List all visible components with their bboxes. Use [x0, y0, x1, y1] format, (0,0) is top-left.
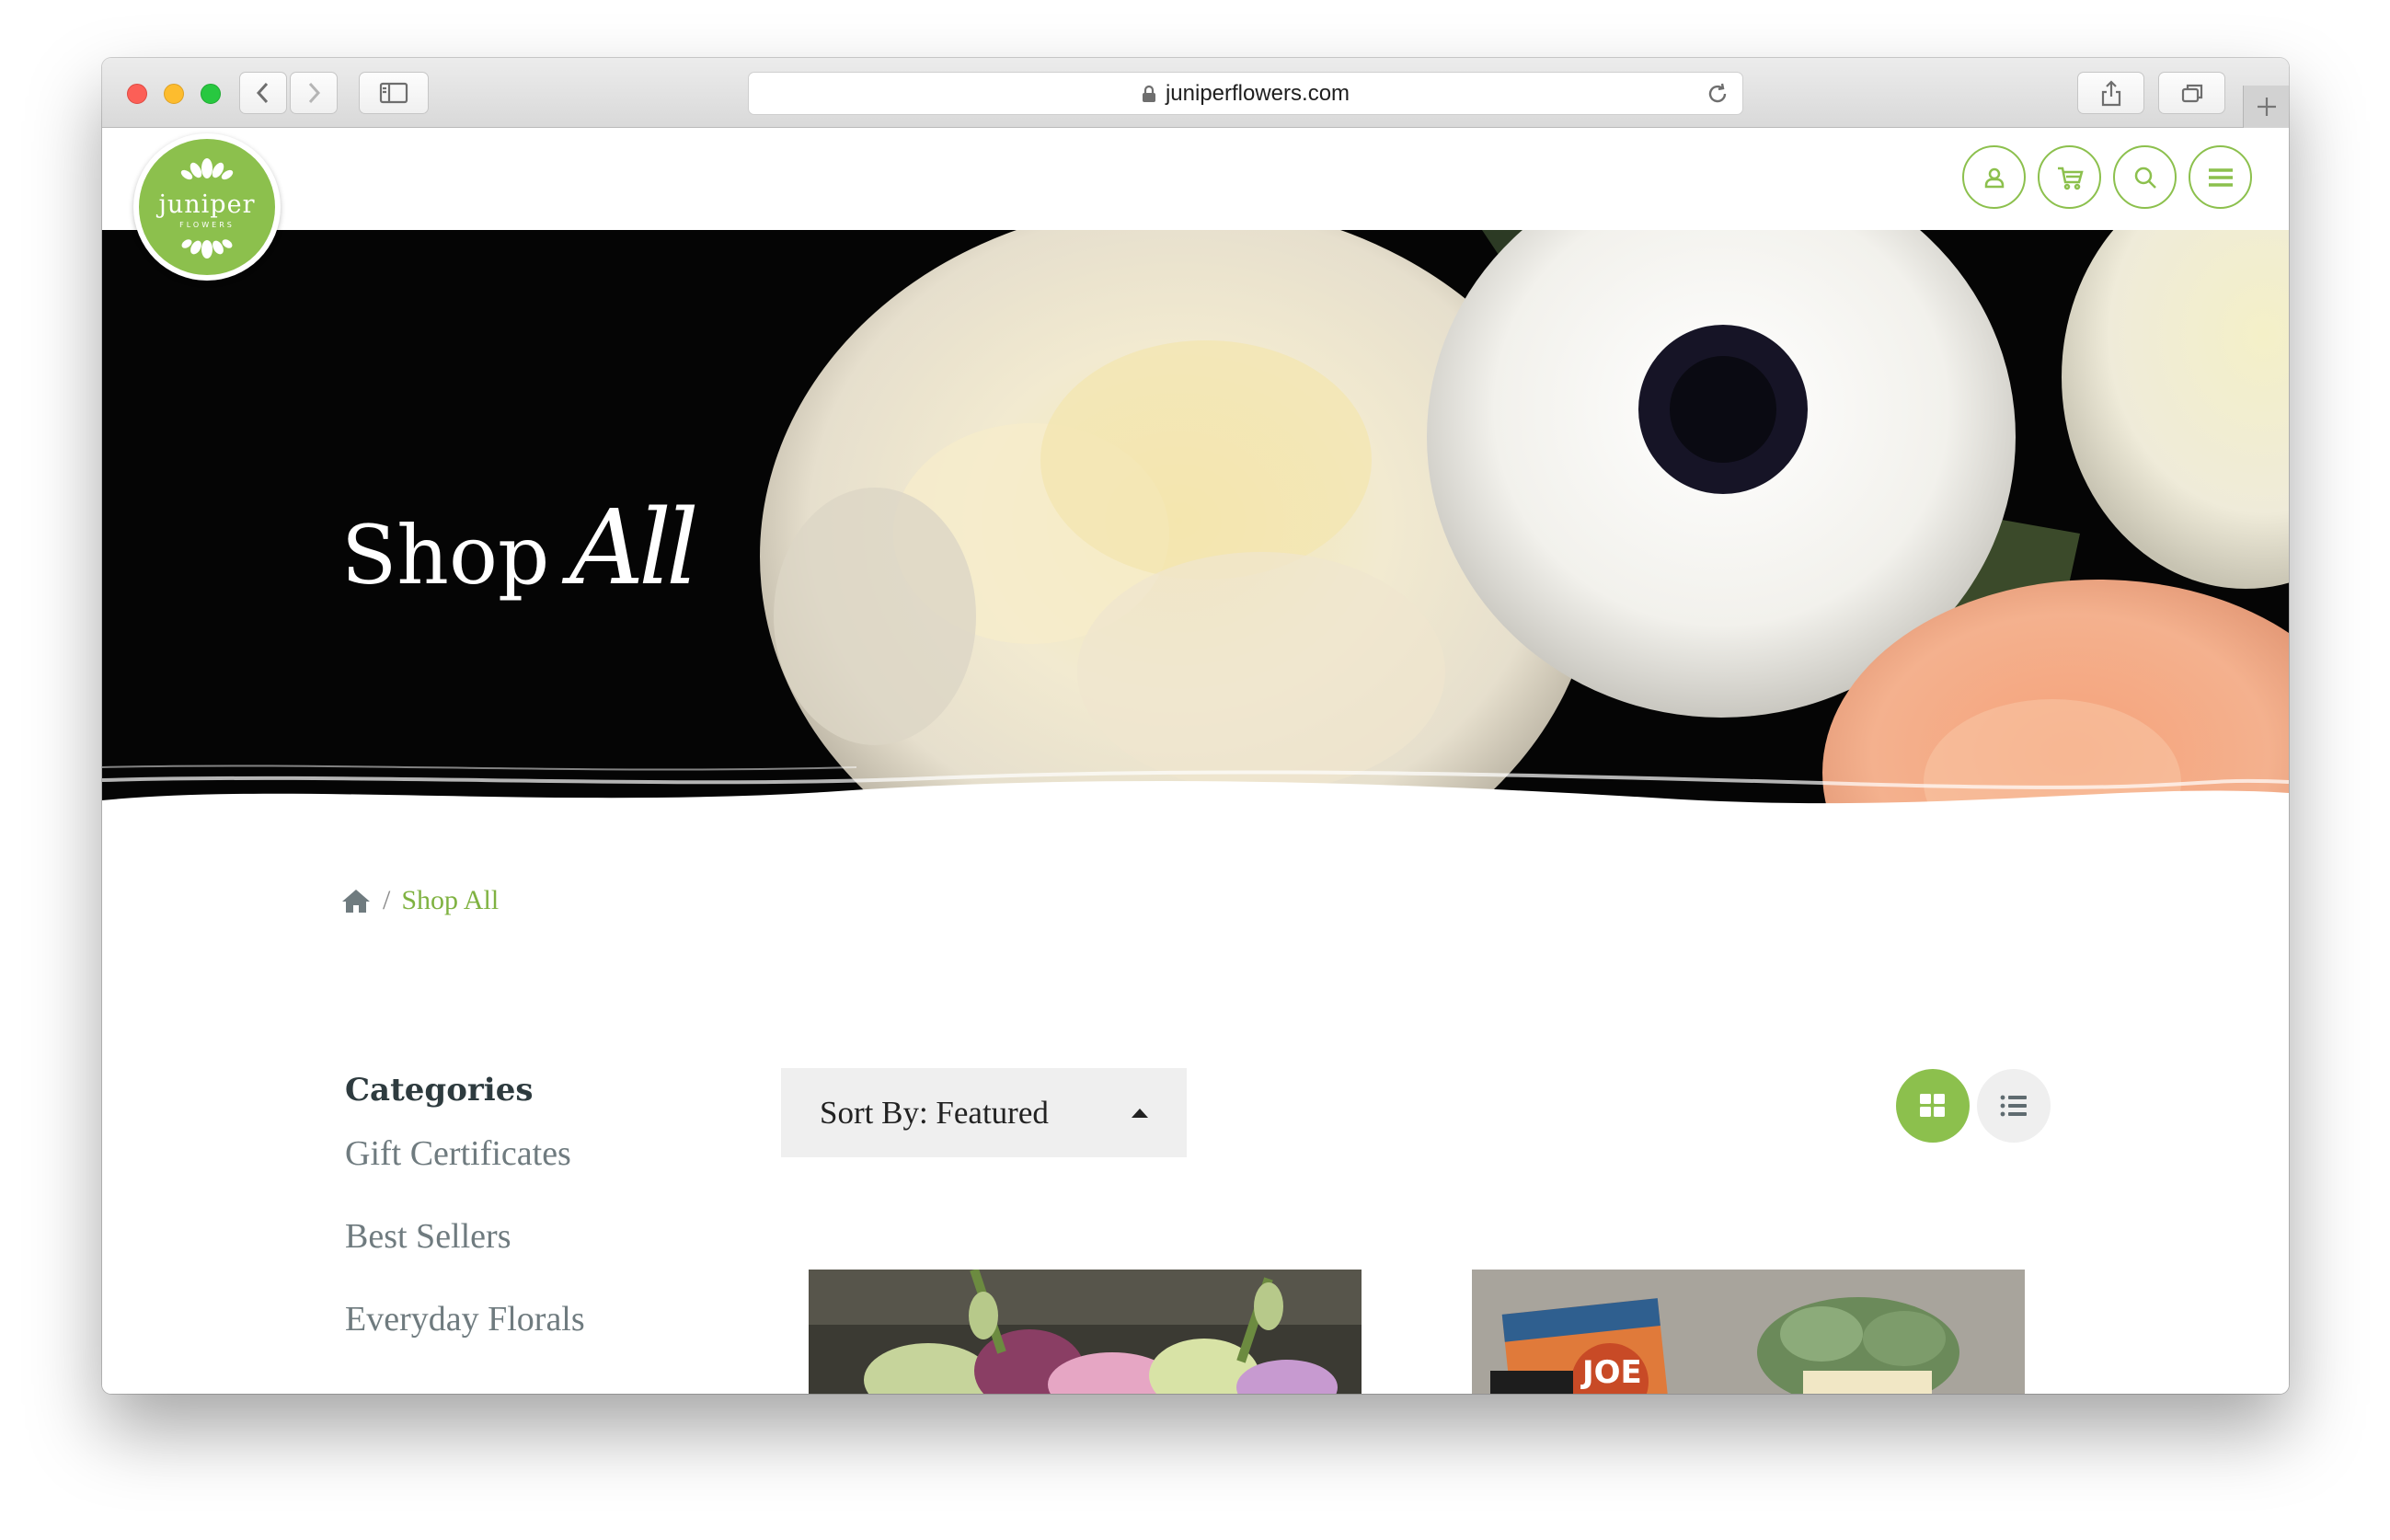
url-text: juniperflowers.com	[1165, 80, 1350, 106]
sidebar-icon	[379, 82, 408, 104]
logo-wordmark: juniper	[158, 190, 256, 219]
categories-heading: Categories	[345, 1072, 534, 1109]
sidebar-toggle-button[interactable]	[359, 72, 429, 114]
flower-bottom-icon	[181, 239, 233, 259]
category-best-sellers[interactable]: Best Sellers	[345, 1219, 585, 1302]
new-tab-button[interactable]	[2243, 86, 2289, 128]
home-icon[interactable]	[340, 887, 372, 914]
flower-icon	[180, 158, 234, 180]
hamburger-icon	[2208, 167, 2233, 187]
grid-icon	[1920, 1094, 1945, 1117]
product-card[interactable]	[809, 1270, 1362, 1394]
hero-banner: Shop All	[102, 230, 2289, 869]
share-icon	[2101, 80, 2120, 107]
forward-button[interactable]	[290, 72, 338, 114]
category-gift-certificates[interactable]: Gift Certificates	[345, 1136, 585, 1219]
web-page: juniper FLOWERS Shop All / Shop All Cate…	[102, 129, 2289, 1394]
account-button[interactable]	[1962, 145, 2026, 209]
product-image	[1472, 1270, 2025, 1394]
product-card[interactable]: JOE	[1472, 1270, 2025, 1394]
caret-up-icon	[1132, 1109, 1148, 1118]
minimize-window-button[interactable]	[164, 84, 184, 104]
site-header: juniper FLOWERS	[102, 129, 2289, 281]
tabs-overview-button[interactable]	[2158, 72, 2225, 114]
sort-label: Sort By: Featured	[820, 1094, 1049, 1131]
maximize-window-button[interactable]	[201, 84, 221, 104]
logo-subtitle: FLOWERS	[179, 221, 235, 229]
breadcrumb: / Shop All	[340, 885, 499, 916]
lock-icon	[1142, 85, 1155, 102]
product-label-text: JOE	[1582, 1354, 1642, 1391]
cart-icon	[2057, 167, 2084, 190]
logo-badge: juniper FLOWERS	[139, 139, 275, 275]
chevron-right-icon	[308, 82, 321, 104]
sort-dropdown[interactable]: Sort By: Featured	[781, 1068, 1187, 1157]
breadcrumb-separator: /	[383, 885, 391, 915]
tabs-icon	[2181, 84, 2202, 103]
share-button[interactable]	[2077, 72, 2144, 114]
back-button[interactable]	[239, 72, 287, 114]
list-view-button[interactable]	[1977, 1069, 2051, 1143]
menu-button[interactable]	[2189, 145, 2252, 209]
chevron-left-icon	[256, 82, 269, 104]
search-icon	[2134, 167, 2156, 189]
browser-toolbar: juniperflowers.com	[102, 58, 2289, 128]
plus-icon	[2257, 98, 2276, 116]
cart-button[interactable]	[2038, 145, 2101, 209]
browser-window: juniperflowers.com juniper FLOWERS Shop …	[102, 58, 2289, 1394]
reload-icon[interactable]	[1706, 82, 1729, 106]
category-sidebar: Categories Gift Certificates Best Seller…	[345, 1072, 585, 1385]
hero-title-script: All	[569, 488, 699, 608]
product-image	[809, 1270, 1362, 1394]
category-everyday-florals[interactable]: Everyday Florals	[345, 1302, 585, 1385]
address-bar[interactable]: juniperflowers.com	[748, 72, 1743, 115]
juniper-logo[interactable]: juniper FLOWERS	[133, 133, 281, 281]
grid-view-button[interactable]	[1896, 1069, 1970, 1143]
account-icon	[1984, 167, 2004, 188]
breadcrumb-current[interactable]: Shop All	[401, 885, 499, 916]
list-icon	[2000, 1095, 2027, 1117]
search-button[interactable]	[2113, 145, 2177, 209]
close-window-button[interactable]	[127, 84, 147, 104]
hero-title-plain: Shop	[341, 508, 550, 603]
hero-title: Shop All	[341, 488, 699, 608]
